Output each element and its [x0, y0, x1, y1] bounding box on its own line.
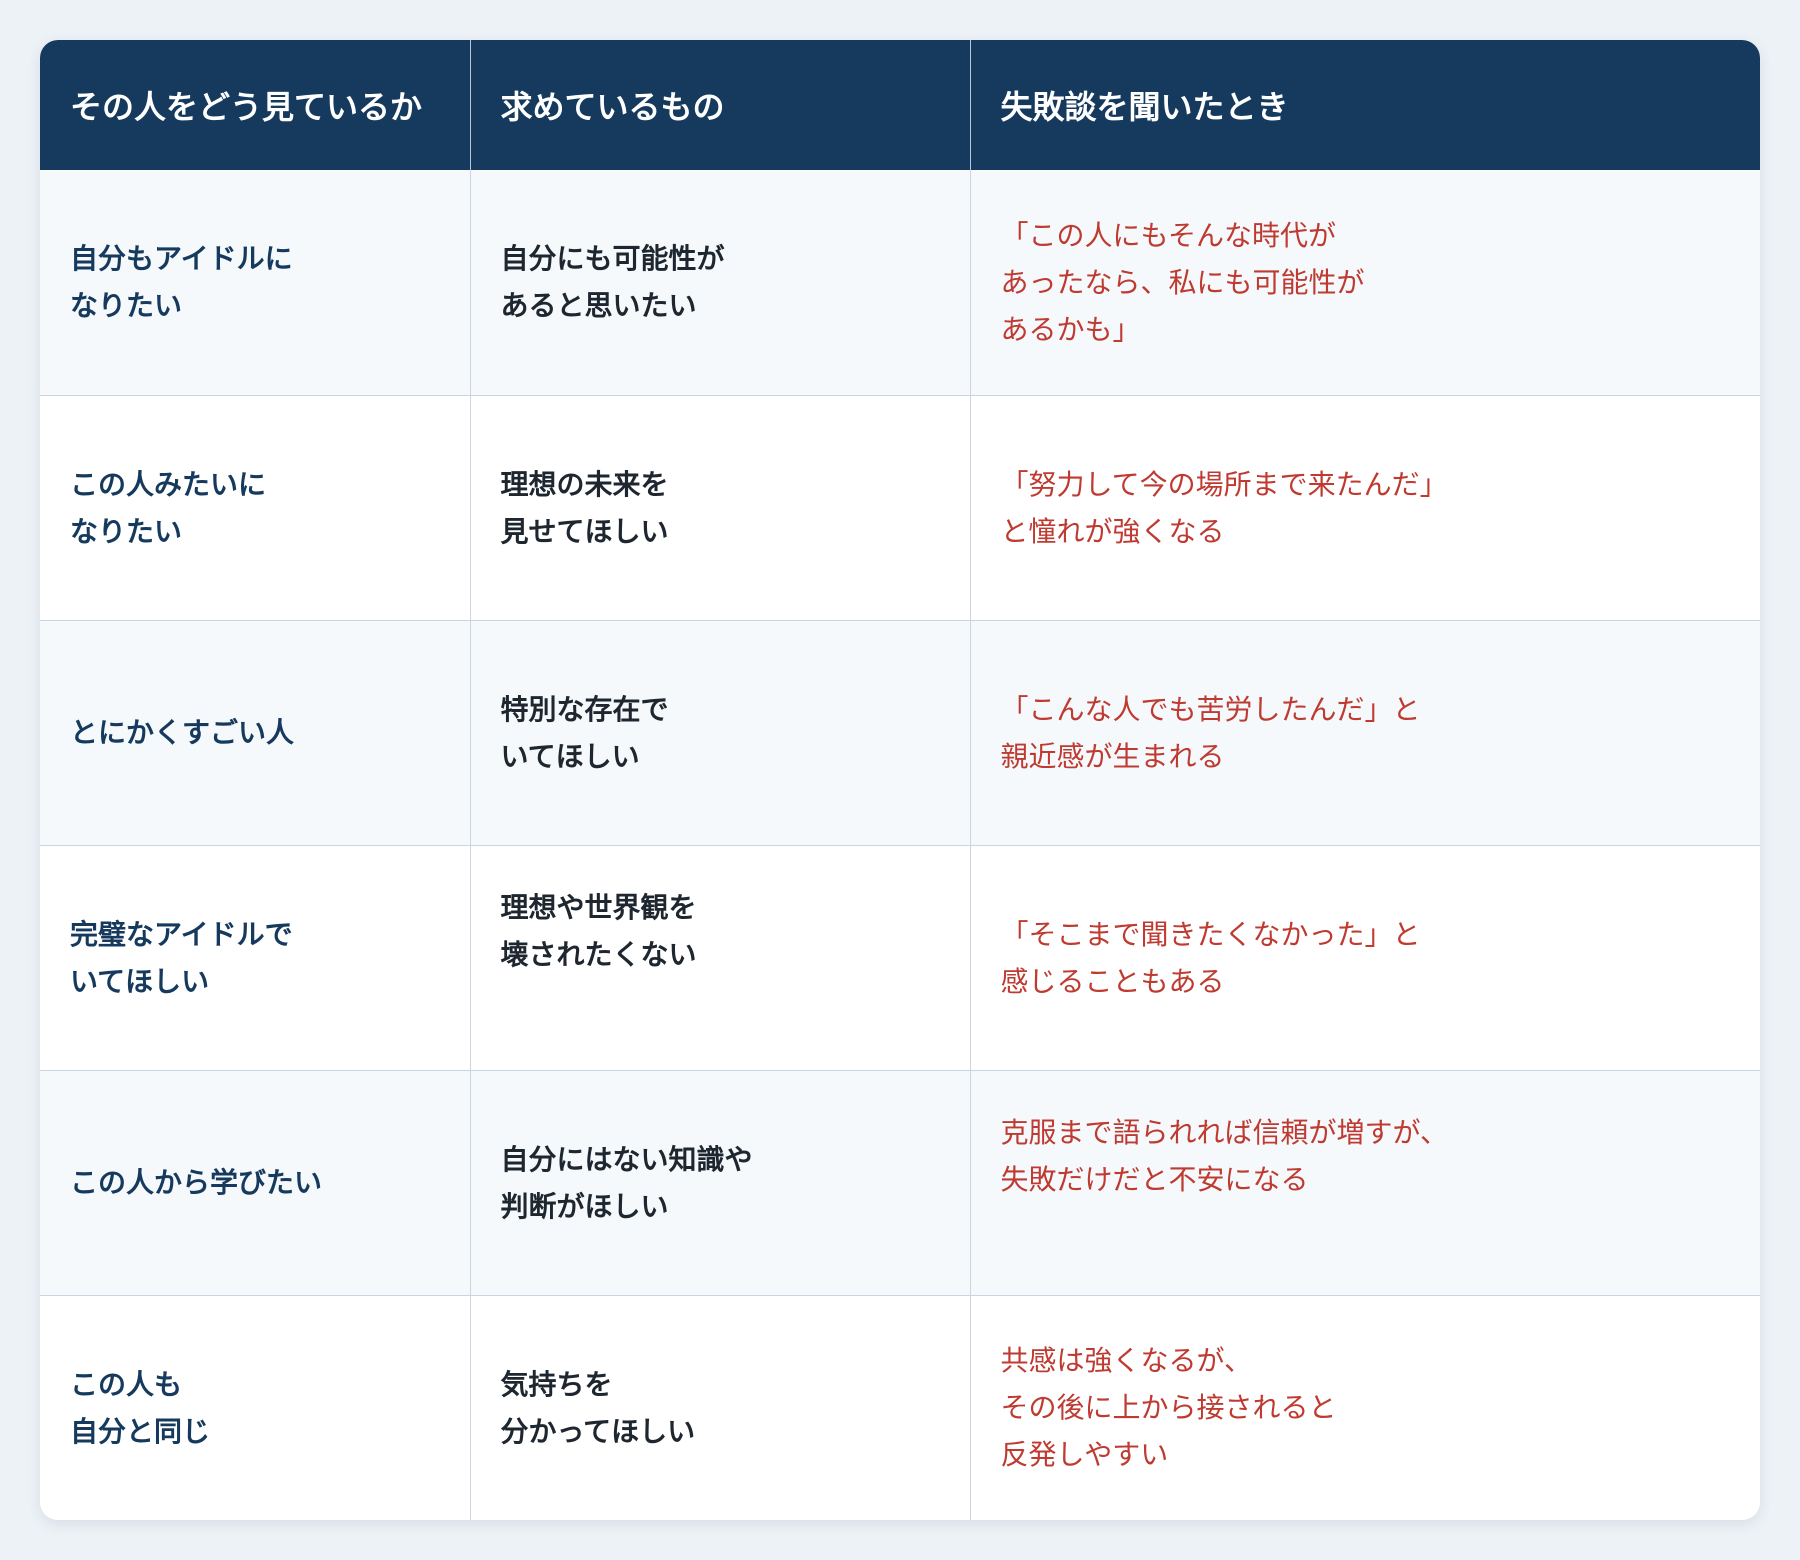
cell-line: あったなら、私にも可能性が [1000, 265, 1365, 299]
cell-line: この人も [70, 1367, 183, 1401]
table-row: この人から学びたい 自分にはない知識や 判断がほしい 克服まで語られれば信頼が増… [40, 1070, 1760, 1295]
cell-line: 失敗だけだと不安になる [1000, 1162, 1309, 1196]
fail-cell: 克服まで語られれば信頼が増すが、 失敗だけだと不安になる [970, 1070, 1760, 1295]
fail-cell: 「努力して今の場所まで来たんだ」 と憧れが強くなる [970, 395, 1760, 620]
cell-line: 完璧なアイドルで [70, 917, 293, 951]
cell-line: 「この人にもそんな時代が [1000, 218, 1336, 252]
cell-line: 共感は強くなるが、 [1000, 1344, 1252, 1378]
cell-line: 感じることもある [1000, 964, 1225, 998]
cell-line: 分かってほしい [500, 1414, 696, 1448]
header-want: 求めているもの [470, 40, 971, 170]
cell-line: 理想の未来を [500, 467, 669, 501]
table-row: この人も 自分と同じ 気持ちを 分かってほしい 共感は強くなるが、 その後に上か… [40, 1295, 1760, 1520]
table-row: 自分もアイドルに なりたい 自分にも可能性が あると思いたい 「この人にもそんな… [40, 170, 1760, 395]
table-row: とにかくすごい人 特別な存在で いてほしい 「こんな人でも苦労したんだ」と 親近… [40, 620, 1760, 845]
cell-line: とにかくすごい人 [70, 716, 295, 749]
cell-line: 気持ちを [500, 1367, 613, 1401]
cell-line: その後に上から接されると [1000, 1391, 1337, 1425]
header-view: その人をどう見ているか [40, 40, 471, 170]
cell-line: 見せてほしい [500, 514, 669, 548]
cell-line: なりたい [70, 514, 183, 548]
want-cell: 理想や世界観を 壊されたくない [470, 845, 971, 1070]
table-row: この人みたいに なりたい 理想の未来を 見せてほしい 「努力して今の場所まで来た… [40, 395, 1760, 620]
cell-line: 壊されたくない [500, 937, 697, 971]
cell-line: この人から学びたい [70, 1166, 323, 1199]
fail-cell: 「そこまで聞きたくなかった」と 感じることもある [970, 845, 1760, 1070]
view-cell: 自分もアイドルに なりたい [40, 170, 471, 395]
want-cell: 自分にも可能性が あると思いたい [470, 170, 971, 395]
cell-line: 克服まで語られれば信頼が増すが、 [1000, 1115, 1448, 1149]
cell-line: 親近感が生まれる [1000, 739, 1225, 773]
cell-line: 理想や世界観を [500, 890, 697, 924]
view-cell: この人みたいに なりたい [40, 395, 471, 620]
view-cell: 完璧なアイドルで いてほしい [40, 845, 471, 1070]
table-row: 完璧なアイドルで いてほしい 理想や世界観を 壊されたくない 「そこまで聞きたく… [40, 845, 1760, 1070]
cell-line: 「そこまで聞きたくなかった」と [1000, 917, 1421, 951]
fail-cell: 共感は強くなるが、 その後に上から接されると 反発しやすい [970, 1295, 1760, 1520]
cell-line: と憧れが強くなる [1000, 514, 1225, 548]
want-cell: 気持ちを 分かってほしい [470, 1295, 971, 1520]
view-cell: この人も 自分と同じ [40, 1295, 471, 1520]
want-cell: 理想の未来を 見せてほしい [470, 395, 971, 620]
comparison-table-card: その人をどう見ているか 求めているもの 失敗談を聞いたとき 自分もアイドルに な… [40, 40, 1760, 1520]
cell-line: 「努力して今の場所まで来たんだ」 [1000, 467, 1448, 501]
view-cell: とにかくすごい人 [40, 620, 471, 845]
comparison-table: その人をどう見ているか 求めているもの 失敗談を聞いたとき 自分もアイドルに な… [40, 40, 1760, 1520]
cell-line: 特別な存在で [500, 692, 669, 726]
cell-line: あると思いたい [500, 289, 697, 323]
header-fail: 失敗談を聞いたとき [1000, 88, 1289, 126]
header-row: その人をどう見ているか 求めているもの 失敗談を聞いたとき [40, 40, 1760, 170]
cell-line: 自分もアイドルに [70, 242, 293, 276]
cell-line: 判断がほしい [500, 1189, 669, 1223]
cell-line: いてほしい [70, 964, 210, 998]
cell-line: この人みたいに [70, 467, 267, 501]
cell-line: 自分と同じ [70, 1414, 211, 1448]
want-cell: 自分にはない知識や 判断がほしい [470, 1070, 971, 1295]
cell-line: 「こんな人でも苦労したんだ」と [1000, 692, 1421, 726]
view-cell: この人から学びたい [40, 1070, 471, 1295]
cell-line: 自分にはない知識や [500, 1142, 753, 1176]
cell-line: あるかも」 [1000, 312, 1141, 346]
cell-line: いてほしい [500, 739, 640, 773]
cell-line: 反発しやすい [1000, 1438, 1169, 1472]
table-header: その人をどう見ているか 求めているもの 失敗談を聞いたとき [40, 40, 1760, 170]
fail-cell: 「この人にもそんな時代が あったなら、私にも可能性が あるかも」 [970, 170, 1760, 395]
want-cell: 特別な存在で いてほしい [470, 620, 971, 845]
fail-cell: 「こんな人でも苦労したんだ」と 親近感が生まれる [970, 620, 1760, 845]
cell-line: なりたい [70, 289, 183, 323]
table-body: 自分もアイドルに なりたい 自分にも可能性が あると思いたい 「この人にもそんな… [40, 170, 1760, 1520]
cell-line: 自分にも可能性が [500, 242, 725, 276]
